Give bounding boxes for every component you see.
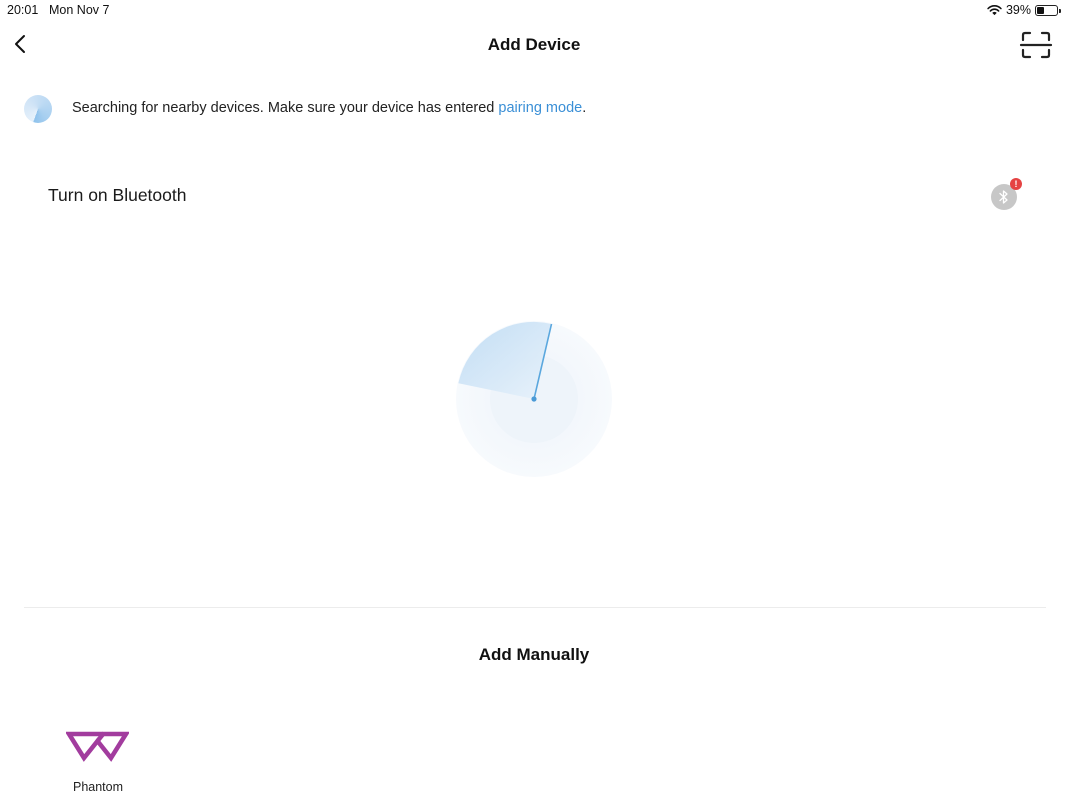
status-date: Mon Nov 7 — [49, 3, 110, 17]
divider — [24, 607, 1046, 608]
add-device-screen: 20:01 Mon Nov 7 39% Add Device Searching… — [0, 0, 1068, 800]
phantom-logo-icon — [66, 731, 129, 762]
battery-icon — [1035, 4, 1061, 16]
pairing-mode-link[interactable]: pairing mode — [498, 100, 582, 116]
radar-scan-icon — [456, 321, 612, 477]
search-hint-text: Searching for nearby devices. Make sure … — [72, 100, 499, 116]
battery-level — [1037, 6, 1045, 14]
status-time: 20:01 — [7, 3, 39, 17]
battery-percent: 39% — [1005, 3, 1031, 17]
bluetooth-prompt[interactable]: Turn on Bluetooth — [48, 185, 186, 206]
page-title: Add Device — [487, 35, 581, 54]
search-hint-end: . — [582, 100, 587, 116]
wifi-icon — [987, 5, 1002, 16]
add-manually-heading: Add Manually — [478, 645, 590, 664]
searching-spinner-icon — [24, 95, 52, 123]
scan-icon — [1019, 31, 1053, 59]
scan-button[interactable] — [1019, 30, 1053, 60]
search-hint: Searching for nearby devices. Make sure … — [72, 100, 586, 116]
device-name: Phantom — [72, 780, 124, 794]
bluetooth-alert-badge: ! — [1010, 178, 1022, 190]
status-indicators: 39% — [987, 3, 1061, 17]
device-tile-phantom[interactable]: Phantom — [56, 724, 140, 798]
